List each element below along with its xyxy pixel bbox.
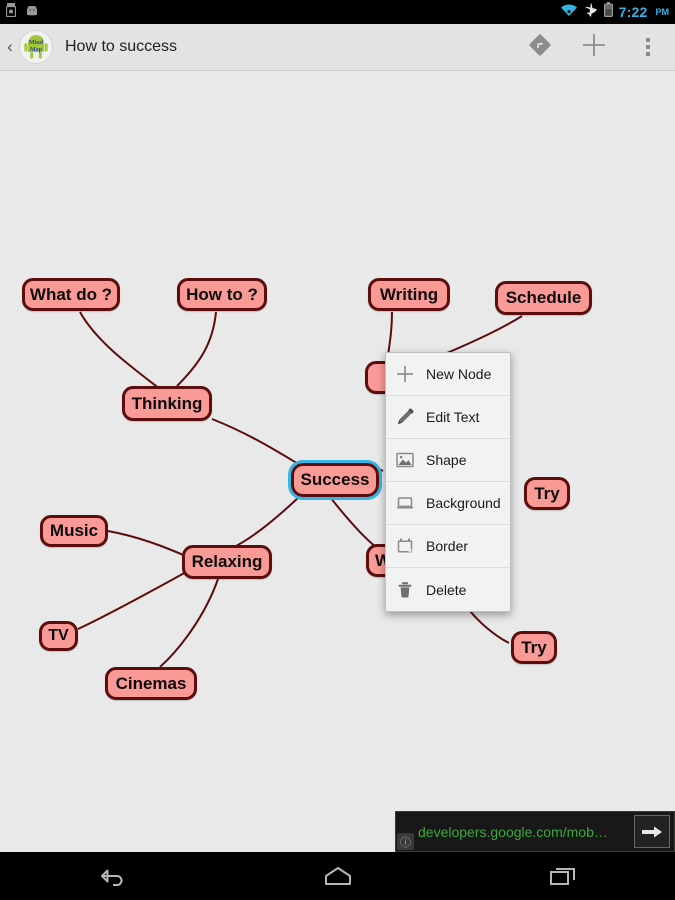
status-bar-ampm: PM xyxy=(655,7,670,17)
nav-recents-button[interactable] xyxy=(528,852,598,900)
menu-item-delete[interactable]: Delete xyxy=(386,568,510,611)
node-try-bottom[interactable]: Try xyxy=(511,631,557,664)
mindmap-edges xyxy=(77,311,523,668)
menu-item-background[interactable]: Background xyxy=(386,482,510,525)
app-logo-text: Mind Map xyxy=(28,40,43,53)
menu-item-label: Border xyxy=(426,538,469,554)
node-how-to[interactable]: How to ? xyxy=(177,278,267,311)
nav-home-button[interactable] xyxy=(303,852,373,900)
app-logo-icon[interactable]: Mind Map xyxy=(19,30,53,64)
nav-back-button[interactable] xyxy=(78,852,148,900)
ad-banner[interactable]: ⓘ developers.google.com/mob… xyxy=(395,811,675,852)
node-writing[interactable]: Writing xyxy=(368,278,450,311)
page-title: How to success xyxy=(65,38,178,55)
clipboard-icon xyxy=(395,536,415,556)
menu-item-edit-text[interactable]: Edit Text xyxy=(386,396,510,439)
ad-arrow-icon[interactable] xyxy=(634,815,670,848)
node-success[interactable]: Success xyxy=(288,460,382,500)
usb-debug-icon xyxy=(5,2,17,22)
battery-icon xyxy=(603,2,613,22)
action-bar: ‹ Mind Map How to success xyxy=(0,24,675,71)
add-button[interactable] xyxy=(567,24,621,71)
ad-url-text: developers.google.com/mob… xyxy=(418,823,608,840)
status-bar-right-icons: 7:22 PM xyxy=(560,2,669,22)
directions-button[interactable] xyxy=(513,24,567,71)
menu-item-label: Shape xyxy=(426,452,467,468)
android-navigation-bar xyxy=(0,852,675,900)
node-context-menu[interactable]: New Node Edit Text Shape Background Bord… xyxy=(385,352,511,612)
menu-item-shape[interactable]: Shape xyxy=(386,439,510,482)
overflow-dots-icon xyxy=(646,38,650,56)
airplane-mode-icon xyxy=(584,2,598,22)
wifi-icon xyxy=(560,3,578,22)
node-relaxing[interactable]: Relaxing xyxy=(182,545,272,579)
device-screen: 7:22 PM ‹ Mind Map How to success What d… xyxy=(0,0,675,900)
node-music[interactable]: Music xyxy=(40,515,108,547)
node-what-do[interactable]: What do ? xyxy=(22,278,120,311)
overflow-menu-button[interactable] xyxy=(621,24,675,71)
node-cinemas[interactable]: Cinemas xyxy=(105,667,197,700)
menu-item-label: Edit Text xyxy=(426,409,480,425)
ad-info-icon[interactable]: ⓘ xyxy=(397,833,414,850)
menu-item-label: New Node xyxy=(426,366,492,382)
image-icon xyxy=(395,450,415,470)
node-tv[interactable]: TV xyxy=(39,621,78,651)
status-bar-clock: 7:22 xyxy=(618,4,648,20)
plus-icon xyxy=(579,30,609,65)
node-thinking[interactable]: Thinking xyxy=(122,386,212,421)
trash-icon xyxy=(395,580,415,600)
android-robot-icon xyxy=(25,3,39,21)
status-bar-left-icons xyxy=(5,2,39,22)
node-try-right[interactable]: Try xyxy=(524,477,570,510)
menu-item-border[interactable]: Border xyxy=(386,525,510,568)
directions-diamond-icon xyxy=(528,33,552,62)
menu-item-new-node[interactable]: New Node xyxy=(386,353,510,396)
monitor-icon xyxy=(395,493,415,513)
status-bar: 7:22 PM xyxy=(0,0,675,24)
menu-item-label: Background xyxy=(426,495,501,511)
action-bar-buttons xyxy=(513,24,675,71)
plus-icon xyxy=(395,364,415,384)
pencil-icon xyxy=(395,407,415,427)
node-schedule[interactable]: Schedule xyxy=(495,281,592,315)
menu-item-label: Delete xyxy=(426,581,467,598)
up-navigation-chevron-icon[interactable]: ‹ xyxy=(3,37,17,57)
mindmap-canvas[interactable]: What do ? How to ? Thinking Writing Sche… xyxy=(0,71,675,852)
